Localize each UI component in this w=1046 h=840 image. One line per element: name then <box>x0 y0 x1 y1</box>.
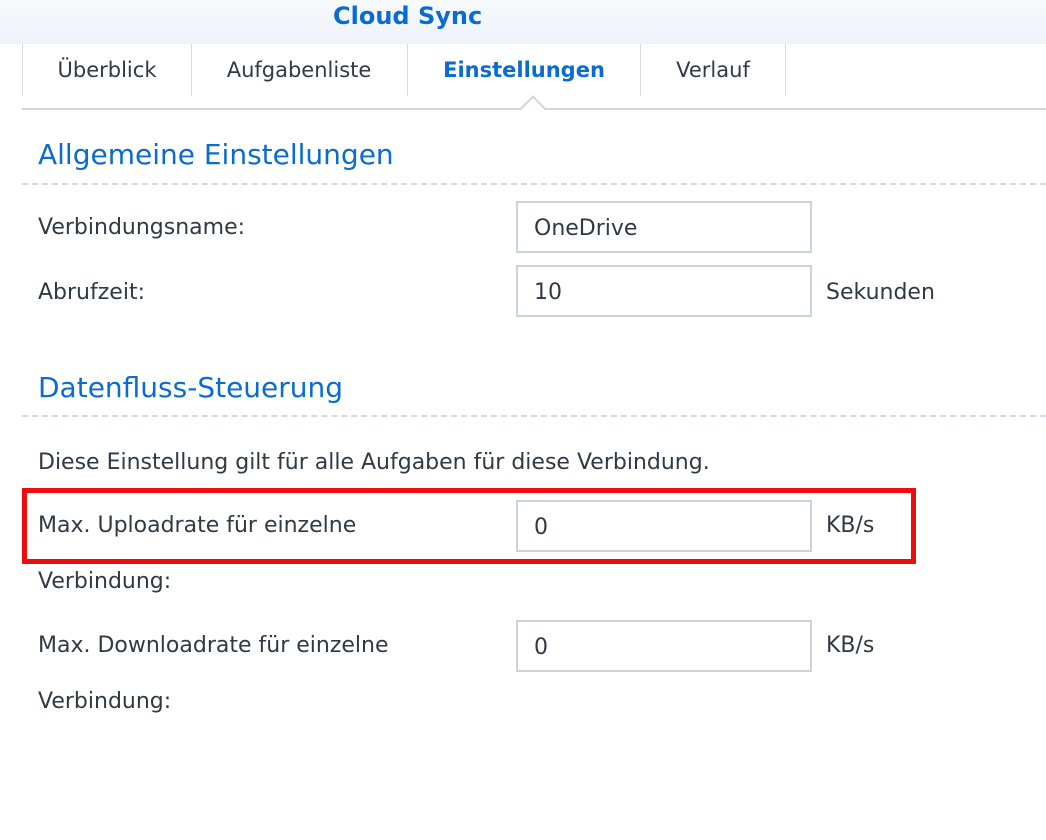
tab-history[interactable]: Verlauf <box>641 44 786 96</box>
upload-rate-label: Max. Uploadrate für einzelne <box>38 513 357 538</box>
download-rate-label-line2: Verbindung: <box>38 689 172 714</box>
download-rate-input[interactable]: 0 <box>516 620 812 672</box>
window-titlebar: Cloud Sync <box>0 0 1046 44</box>
section-divider <box>22 183 1046 185</box>
tab-bar: Überblick Aufgabenliste Einstellungen Ve… <box>22 44 1046 121</box>
download-rate-label: Max. Downloadrate für einzelne <box>38 633 389 658</box>
connection-name-input[interactable]: OneDrive <box>516 201 812 253</box>
tab-overview[interactable]: Überblick <box>22 44 192 96</box>
tab-history-label: Verlauf <box>676 58 750 82</box>
polling-time-input[interactable]: 10 <box>516 265 812 317</box>
section-divider <box>22 415 1046 417</box>
tab-overview-label: Überblick <box>57 58 157 82</box>
section-title-flow-control: Datenfluss-Steuerung <box>38 371 344 404</box>
upload-rate-input[interactable]: 0 <box>516 500 812 552</box>
polling-time-unit: Sekunden <box>826 280 935 305</box>
tab-settings-label: Einstellungen <box>443 58 605 82</box>
upload-rate-unit: KB/s <box>826 513 875 538</box>
flow-description: Diese Einstellung gilt für alle Aufgaben… <box>38 450 710 475</box>
tab-settings[interactable]: Einstellungen <box>408 44 641 96</box>
active-tab-indicator <box>520 95 546 121</box>
tab-task-list[interactable]: Aufgabenliste <box>191 44 408 96</box>
polling-time-label: Abrufzeit: <box>38 280 145 305</box>
tab-task-list-label: Aufgabenliste <box>226 58 372 82</box>
download-rate-unit: KB/s <box>826 633 875 658</box>
connection-name-label: Verbindungsname: <box>38 215 246 240</box>
section-title-general: Allgemeine Einstellungen <box>38 138 394 171</box>
app-title: Cloud Sync <box>333 2 483 30</box>
upload-rate-label-line2: Verbindung: <box>38 569 172 594</box>
